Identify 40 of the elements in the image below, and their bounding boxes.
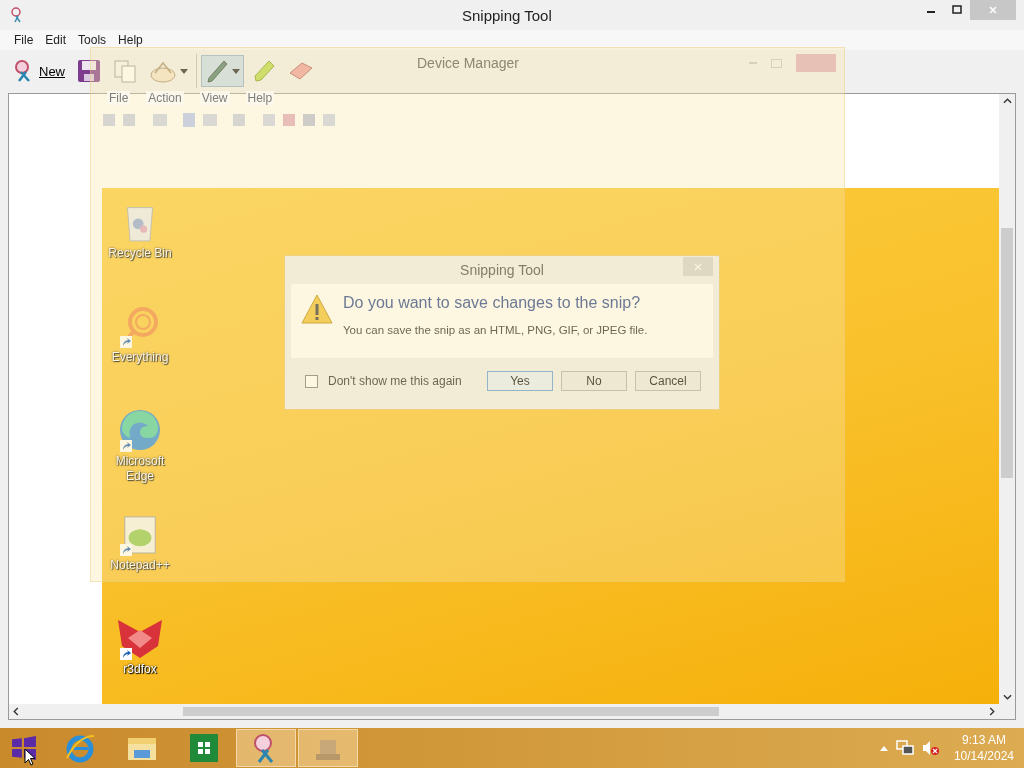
dialog-question: Do you want to save changes to the snip? [343,294,642,312]
scroll-right-icon[interactable] [989,707,995,716]
window-title: Snipping Tool [462,6,552,24]
menu-item[interactable]: Tools [72,33,113,47]
pen-icon [205,59,229,83]
caret-icon [232,68,240,74]
new-button[interactable]: New [8,55,69,87]
horizontal-scrollbar[interactable] [9,704,999,719]
scroll-left-icon[interactable] [13,707,19,716]
caret-icon [180,68,188,74]
store-icon [188,732,220,764]
warning-icon [301,294,333,324]
close-icon [988,5,998,15]
speaker-muted-icon[interactable] [921,740,940,756]
menu-item[interactable]: Help [112,33,149,47]
menu-item[interactable]: File [8,33,40,47]
ghost-window-title: Device Manager [417,55,519,71]
pen-button[interactable] [201,55,244,87]
dialog-title: Snipping Tool [460,262,544,278]
copy-icon [113,59,137,83]
scroll-up-icon[interactable] [1002,98,1012,104]
network-icon[interactable] [895,740,914,756]
vertical-scrollbar[interactable] [999,94,1015,704]
scroll-down-icon[interactable] [1002,694,1012,700]
dialog-message: You can save the snip as an HTML, PNG, GIF, or JPEG file. [343,324,648,336]
snipping-taskbar-button[interactable] [236,729,296,767]
tray-arrow-icon[interactable] [879,745,888,751]
highlighter-icon [252,59,276,83]
dialog-button[interactable]: Cancel [635,371,701,391]
edge-icon [118,408,162,452]
ghost-maximize-icon [771,58,782,68]
mouse-pointer-icon [24,748,36,766]
menu-item[interactable]: Edit [39,33,73,47]
dont-show-checkbox[interactable]: Don't show me this again [305,374,462,388]
dialog-button[interactable]: No [561,371,627,391]
close-icon [694,262,702,271]
maximize-icon [952,5,962,15]
browser-e-icon [64,732,96,764]
dialog-button[interactable]: Yes [487,371,553,391]
device-manager-taskbar-button[interactable] [298,729,358,767]
